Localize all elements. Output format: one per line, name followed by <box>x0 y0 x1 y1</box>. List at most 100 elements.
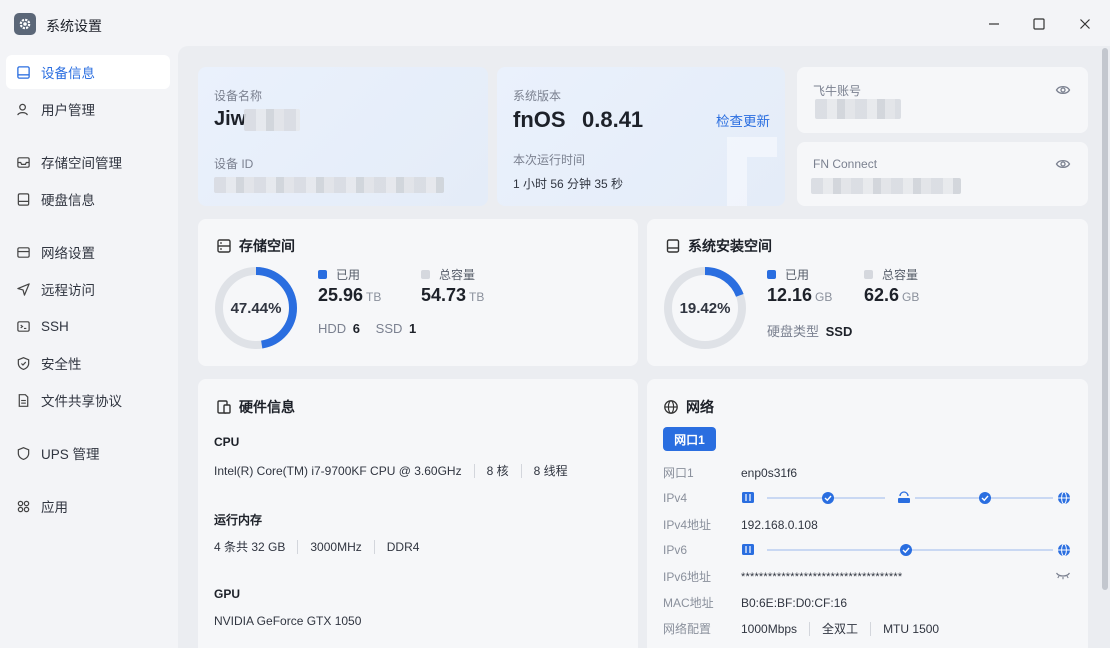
memory-info: 4 条共 32 GB 3000MHz DDR4 <box>214 538 419 555</box>
sidebar-item-disk-info[interactable]: 硬盘信息 <box>6 182 170 216</box>
system-disk-used: 12.16 GB <box>767 285 832 306</box>
mac-label: MAC地址 <box>663 596 714 610</box>
feiniu-account-label: 飞牛账号 <box>813 84 862 98</box>
ssd-label: SSD <box>375 321 403 336</box>
config-values: 1000Mbps 全双工 MTU 1500 <box>741 620 939 637</box>
sidebar-item-users[interactable]: 用户管理 <box>6 92 170 126</box>
legend-used: 已用 <box>767 266 809 283</box>
tab-port1[interactable]: 网口1 <box>663 427 716 451</box>
system-version-label: 系统版本 <box>513 89 562 103</box>
sidebar-item-label: 应用 <box>41 500 68 515</box>
sidebar-item-network[interactable]: 网络设置 <box>6 235 170 269</box>
scrollbar[interactable] <box>1102 48 1108 648</box>
ipv4-addr-row: IPv4地址 192.168.0.108 <box>663 516 818 533</box>
sidebar-item-label: 网络设置 <box>41 246 95 261</box>
total-swatch <box>421 270 430 279</box>
sidebar-item-security[interactable]: 安全性 <box>6 346 170 380</box>
sidebar-item-storage[interactable]: 存储空间管理 <box>6 145 170 179</box>
disk-type: 硬盘类型 SSD <box>767 321 852 340</box>
title-bar: 系统设置 <box>0 0 1110 48</box>
watermark-logo-icon <box>727 137 777 206</box>
eye-closed-icon[interactable] <box>1055 568 1071 582</box>
ipv4-addr-value: 192.168.0.108 <box>741 517 818 532</box>
ups-shield-icon <box>17 446 30 460</box>
os-name: fnOS <box>513 107 566 132</box>
memory-size: 4 条共 32 GB <box>214 540 286 554</box>
maximize-button[interactable] <box>1029 14 1049 34</box>
network-title: 网络 <box>663 397 714 417</box>
system-disk-title-text: 系统安装空间 <box>688 238 772 254</box>
ipv4-connection-diagram <box>742 491 1070 505</box>
port-label: 网口1 <box>663 466 694 480</box>
globe-icon <box>664 400 678 414</box>
storage-card: 存储空间 47.44% 已用 总容量 25.96 TB 54.73 TB HDD 6… <box>198 219 638 366</box>
scrollbar-thumb[interactable] <box>1102 48 1108 590</box>
legend-used-label: 已用 <box>336 268 361 282</box>
port-value: enp0s31f6 <box>741 465 798 480</box>
legend-used-label: 已用 <box>785 268 810 282</box>
ipv6-addr-value: ************************************ <box>741 570 903 583</box>
sidebar-item-remote-access[interactable]: 远程访问 <box>6 272 170 306</box>
sidebar-item-ssh[interactable]: SSH <box>6 309 170 343</box>
close-button[interactable] <box>1075 14 1095 34</box>
mac-row: MAC地址 B0:6E:BF:D0:CF:16 <box>663 594 847 611</box>
device-name-label: 设备名称 <box>214 89 263 103</box>
storage-used: 25.96 TB <box>318 285 381 306</box>
network-card: 网络 网口1 网口1 enp0s31f6 IPv4 IPv4地址 192.168… <box>647 379 1088 648</box>
storage-box-icon <box>217 239 231 253</box>
window-title: 系统设置 <box>46 18 102 34</box>
config-duplex: 全双工 <box>822 622 859 636</box>
send-icon <box>17 282 30 296</box>
storage-icon <box>17 156 30 168</box>
monitor-icon <box>17 65 30 79</box>
feiniu-account-card: 飞牛账号 <box>797 67 1088 133</box>
sidebar-item-ups[interactable]: UPS 管理 <box>6 436 170 470</box>
gpu-info: NVIDIA GeForce GTX 1050 <box>214 614 361 628</box>
divider <box>520 463 522 478</box>
uptime-value: 1 小时 56 分钟 35 秒 <box>513 177 624 191</box>
legend-total: 总容量 <box>864 266 918 283</box>
system-disk-total-value: 62.6 <box>864 285 900 305</box>
legend-total-label: 总容量 <box>439 268 476 282</box>
divider <box>870 621 872 636</box>
cpu-model: Intel(R) Core(TM) i7-9700KF CPU @ 3.60GH… <box>214 463 462 478</box>
disk-type-value: SSD <box>825 324 853 339</box>
system-disk-card: 系统安装空间 19.42% 已用 总容量 12.16 GB 62.6 GB 硬盘类型… <box>647 219 1088 366</box>
network-icon <box>17 246 30 258</box>
minimize-button[interactable] <box>984 14 1004 34</box>
network-title-text: 网络 <box>686 399 714 415</box>
storage-title-text: 存储空间 <box>239 238 295 254</box>
sidebar-item-apps[interactable]: 应用 <box>6 489 170 523</box>
sidebar-item-label: SSH <box>41 318 69 334</box>
used-swatch <box>767 270 776 279</box>
disk-icon <box>666 239 680 253</box>
memory-label: 运行内存 <box>214 513 263 527</box>
config-mtu: MTU 1500 <box>883 621 940 636</box>
status-ok-icon <box>979 492 991 504</box>
storage-total-unit: TB <box>469 290 485 304</box>
sidebar: 设备信息 用户管理 存储空间管理 硬盘信息 网络设置 远程访问 SSH 安全性 … <box>0 48 178 648</box>
status-ok-icon <box>822 492 834 504</box>
sidebar-item-label: 文件共享协议 <box>41 394 122 409</box>
eye-icon[interactable] <box>1055 156 1071 172</box>
legend-total-label: 总容量 <box>882 268 919 282</box>
system-disk-used-unit: GB <box>815 290 833 304</box>
memory-speed: 3000MHz <box>310 539 362 554</box>
user-icon <box>17 103 28 115</box>
nas-icon <box>742 492 754 503</box>
system-disk-percent: 19.42% <box>680 300 731 317</box>
os-version: 0.8.41 <box>582 107 644 132</box>
legend-used: 已用 <box>318 266 360 283</box>
check-update-link[interactable]: 检查更新 <box>716 110 770 130</box>
sidebar-item-device-info[interactable]: 设备信息 <box>6 55 170 89</box>
ipv6-addr-label: IPv6地址 <box>663 570 712 584</box>
system-disk-used-value: 12.16 <box>767 285 813 305</box>
apps-icon <box>17 500 30 512</box>
eye-icon[interactable] <box>1055 82 1071 98</box>
hdd-count: 6 <box>352 321 361 336</box>
sidebar-item-file-sharing[interactable]: 文件共享协议 <box>6 383 170 417</box>
config-label: 网络配置 <box>663 622 712 636</box>
hardware-card: 硬件信息 CPU Intel(R) Core(TM) i7-9700KF CPU… <box>198 379 638 648</box>
hardware-title-text: 硬件信息 <box>239 399 295 415</box>
sidebar-item-label: 远程访问 <box>41 283 95 298</box>
